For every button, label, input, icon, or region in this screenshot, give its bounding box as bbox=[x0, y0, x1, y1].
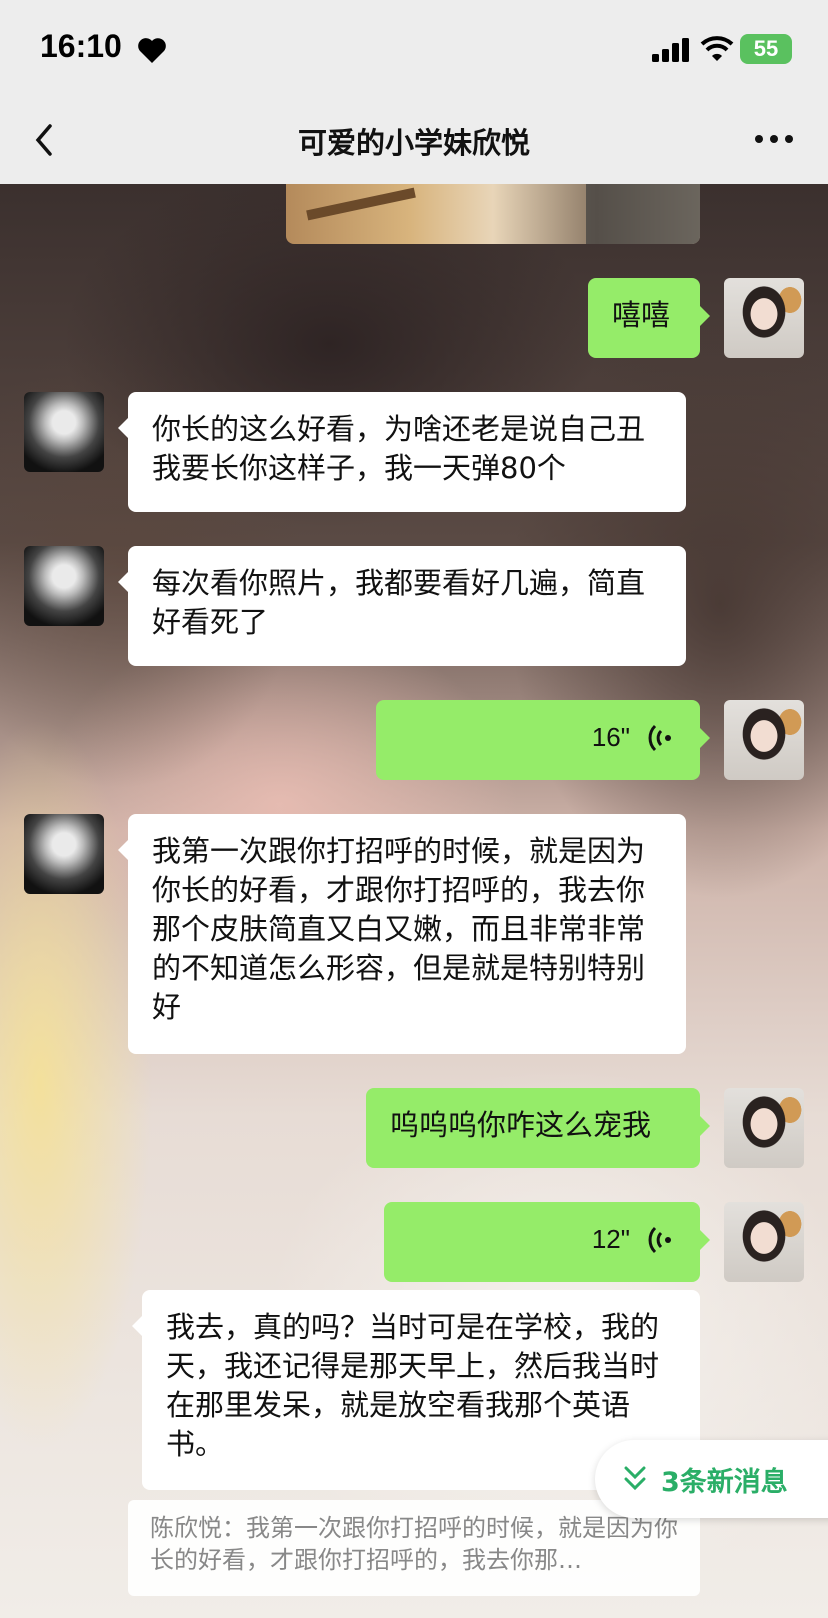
heart-icon bbox=[138, 38, 166, 63]
chat-title: 可爱的小学妹欣悦 bbox=[297, 126, 530, 160]
battery-indicator: 55 bbox=[740, 34, 792, 64]
new-messages-label: 3条新消息 bbox=[661, 1466, 788, 1498]
voice-duration: 16" bbox=[591, 722, 630, 752]
avatar[interactable] bbox=[724, 278, 804, 358]
nav-bar: 可爱的小学妹欣悦 bbox=[0, 96, 828, 184]
avatar[interactable] bbox=[724, 700, 804, 780]
battery-level: 55 bbox=[753, 36, 779, 61]
message-bubble[interactable]: 呜呜呜你咋这么宠我 bbox=[366, 1088, 710, 1168]
image-message[interactable] bbox=[286, 184, 700, 244]
quoted-message[interactable]: 陈欣悦：我第一次跟你打招呼的时候，就是因为你长的好看，才跟你打招呼的，我去你那… bbox=[128, 1500, 700, 1596]
photo-content bbox=[586, 184, 700, 244]
message-text: 我第一次跟你打招呼的时候，就是因为你长的好看，才跟你打招呼的，我去你那个皮肤简直… bbox=[152, 834, 646, 1024]
double-chevron-down-icon bbox=[624, 1466, 646, 1491]
message-text: 每次看你照片，我都要看好几遍，简直好看死了 bbox=[152, 566, 646, 639]
avatar[interactable] bbox=[24, 392, 104, 472]
status-bar: 16:10 55 bbox=[0, 0, 828, 96]
avatar[interactable] bbox=[24, 546, 104, 626]
quoted-text: 陈欣悦：我第一次跟你打招呼的时候，就是因为你长的好看，才跟你打招呼的，我去你那… bbox=[150, 1514, 678, 1574]
signal-icon bbox=[652, 38, 689, 62]
message-text: 我去，真的吗？当时可是在学校，我的天，我还记得是那天早上，然后我当时在那里发呆，… bbox=[166, 1310, 660, 1461]
voice-message[interactable]: 16" bbox=[376, 700, 710, 780]
voice-icon bbox=[648, 724, 671, 751]
voice-content: 16" bbox=[404, 718, 672, 757]
avatar[interactable] bbox=[24, 814, 104, 894]
message-text: 嘻嘻 bbox=[612, 298, 671, 332]
message-bubble[interactable]: 你长的这么好看，为啥还老是说自己丑我要长你这样子，我一天弹80个 bbox=[118, 392, 686, 512]
new-messages-button[interactable]: 3条新消息 bbox=[595, 1440, 828, 1518]
voice-message[interactable]: 12" bbox=[384, 1202, 710, 1282]
photo-content bbox=[306, 187, 416, 221]
status-time: 16:10 bbox=[40, 28, 122, 64]
message-bubble[interactable]: 每次看你照片，我都要看好几遍，简直好看死了 bbox=[118, 546, 686, 666]
more-icon[interactable] bbox=[754, 132, 794, 146]
message-text: 你长的这么好看，为啥还老是说自己丑我要长你这样子，我一天弹80个 bbox=[152, 412, 646, 485]
voice-icon bbox=[648, 1226, 671, 1253]
message-text: 呜呜呜你咋这么宠我 bbox=[390, 1108, 652, 1142]
wifi-icon bbox=[700, 36, 734, 61]
message-bubble[interactable]: 我第一次跟你打招呼的时候，就是因为你长的好看，才跟你打招呼的，我去你那个皮肤简直… bbox=[118, 814, 686, 1054]
message-bubble[interactable]: 嘻嘻 bbox=[588, 278, 710, 358]
voice-duration: 12" bbox=[591, 1224, 630, 1254]
voice-content: 12" bbox=[412, 1220, 672, 1259]
avatar[interactable] bbox=[724, 1088, 804, 1168]
avatar[interactable] bbox=[724, 1202, 804, 1282]
